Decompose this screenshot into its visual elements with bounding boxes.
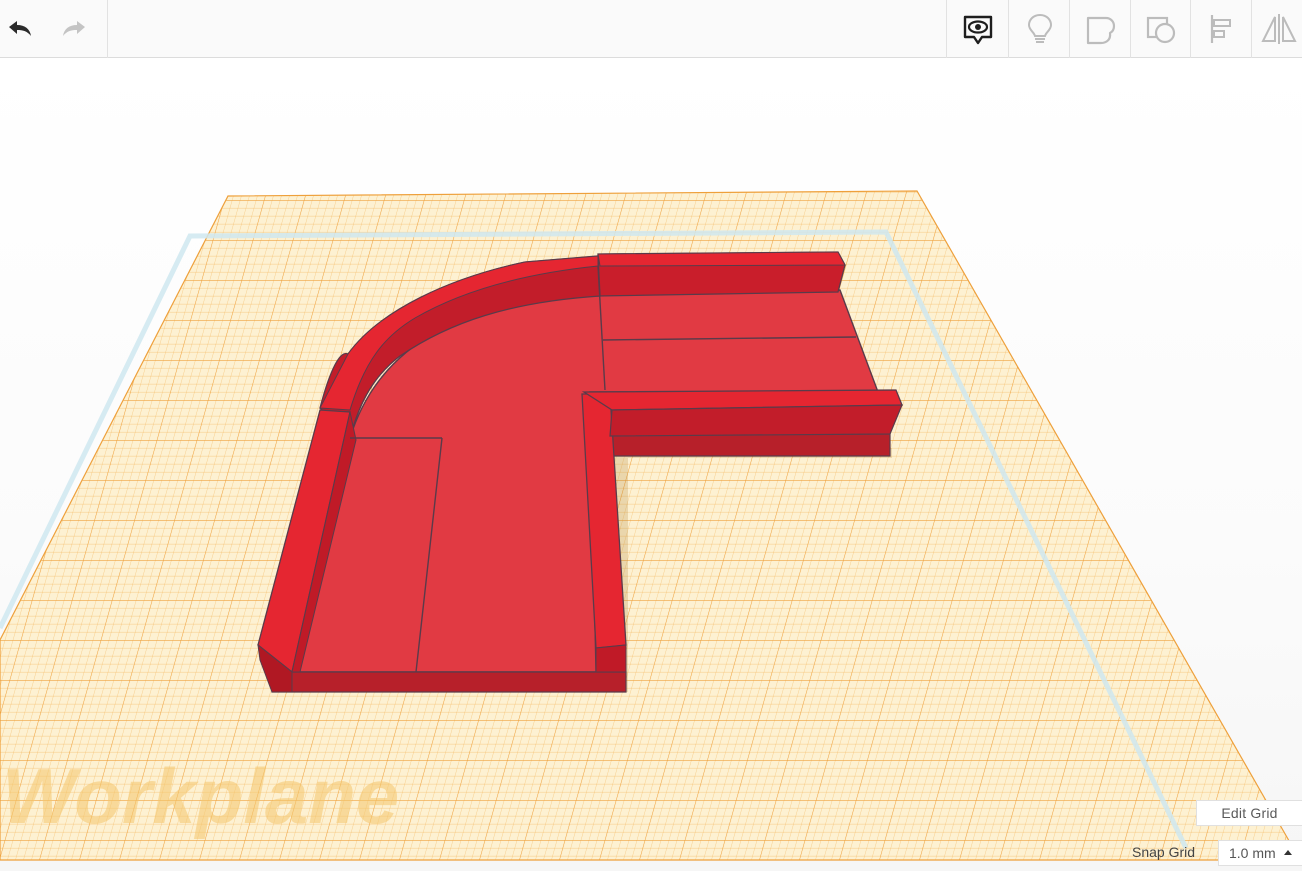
- ungroup-button[interactable]: [1131, 0, 1191, 58]
- align-icon: [1210, 15, 1231, 43]
- mirror-button[interactable]: [1252, 0, 1302, 58]
- lightbulb-icon: [1027, 13, 1052, 43]
- snap-grid-select[interactable]: 1.0 mm: [1218, 840, 1302, 866]
- mirror-icon: [1261, 14, 1297, 44]
- snap-grid-value: 1.0 mm: [1229, 845, 1276, 861]
- workplane-scene[interactable]: Workplane: [0, 59, 1302, 871]
- snap-grid-label: Snap Grid: [1132, 844, 1196, 860]
- top-toolbar: [0, 0, 1302, 58]
- 3d-viewport[interactable]: Workplane: [0, 59, 1302, 871]
- group-button[interactable]: [1070, 0, 1131, 58]
- workplane-label: Workplane: [2, 752, 399, 840]
- caret-up-icon: [1284, 850, 1292, 855]
- undo-arrow-icon: [9, 21, 31, 36]
- group-icon: [1086, 16, 1115, 45]
- edit-grid-button[interactable]: Edit Grid: [1196, 800, 1302, 826]
- redo-button[interactable]: [58, 0, 94, 58]
- redo-arrow-icon: [63, 21, 85, 36]
- lightbulb-button[interactable]: [1009, 0, 1070, 58]
- show-all-button[interactable]: [947, 0, 1008, 58]
- toolbar-divider: [107, 0, 108, 58]
- ungroup-icon: [1146, 16, 1176, 44]
- undo-button[interactable]: [0, 0, 36, 58]
- align-button[interactable]: [1191, 0, 1252, 58]
- show-all-icon: [963, 15, 992, 45]
